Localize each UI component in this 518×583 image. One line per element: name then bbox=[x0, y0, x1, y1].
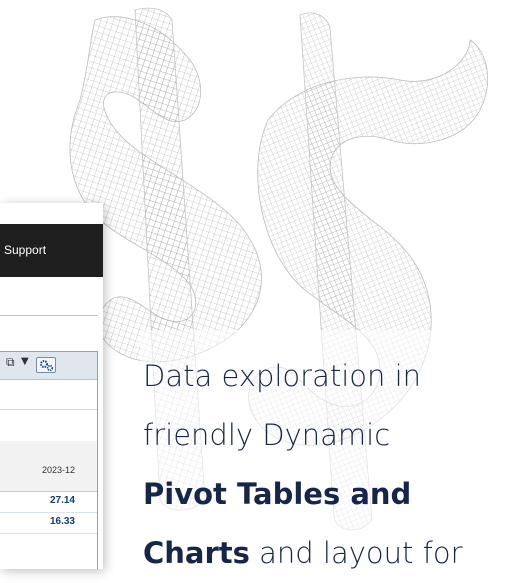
pivot-cell[interactable]: 16.33 bbox=[0, 513, 97, 534]
headline-bold-text: Pivot Tables and bbox=[143, 477, 412, 511]
caret-down-icon[interactable]: ▼ bbox=[21, 356, 29, 367]
pivot-table: ⧉ ▼ 2023-12 27.14 16.33 bbox=[0, 351, 98, 569]
pivot-filter-row bbox=[0, 379, 97, 410]
gears-icon[interactable] bbox=[36, 357, 56, 373]
cell-value: 16.33 bbox=[49, 516, 75, 527]
column-header-label: 2023-12 bbox=[41, 465, 75, 475]
pivot-filter-row bbox=[0, 409, 97, 442]
headline-line: Data exploration in bbox=[143, 359, 422, 393]
pivot-column-header: 2023-12 bbox=[0, 441, 97, 492]
headline-bold-text: Charts bbox=[143, 536, 250, 570]
headline-line: Charts and layout for bbox=[143, 524, 515, 583]
external-link-icon[interactable]: ⧉ bbox=[6, 355, 15, 370]
app-screenshot-panel: Support ⧉ ▼ 2023-12 27.14 16.33 bbox=[0, 203, 103, 569]
pivot-toolbar: ⧉ ▼ bbox=[0, 352, 97, 380]
pivot-cell[interactable]: 27.14 bbox=[0, 492, 97, 513]
support-nav-link[interactable]: Support bbox=[4, 243, 46, 257]
divider bbox=[0, 315, 98, 316]
headline-text: and layout for bbox=[249, 536, 463, 570]
headline-line: friendly Dynamic bbox=[143, 418, 391, 452]
promo-headline: Data exploration in friendly Dynamic Piv… bbox=[143, 347, 515, 583]
cell-value: 27.14 bbox=[49, 495, 75, 506]
app-top-bar: Support bbox=[0, 224, 103, 277]
headline-line-bold: Pivot Tables and bbox=[143, 465, 515, 524]
